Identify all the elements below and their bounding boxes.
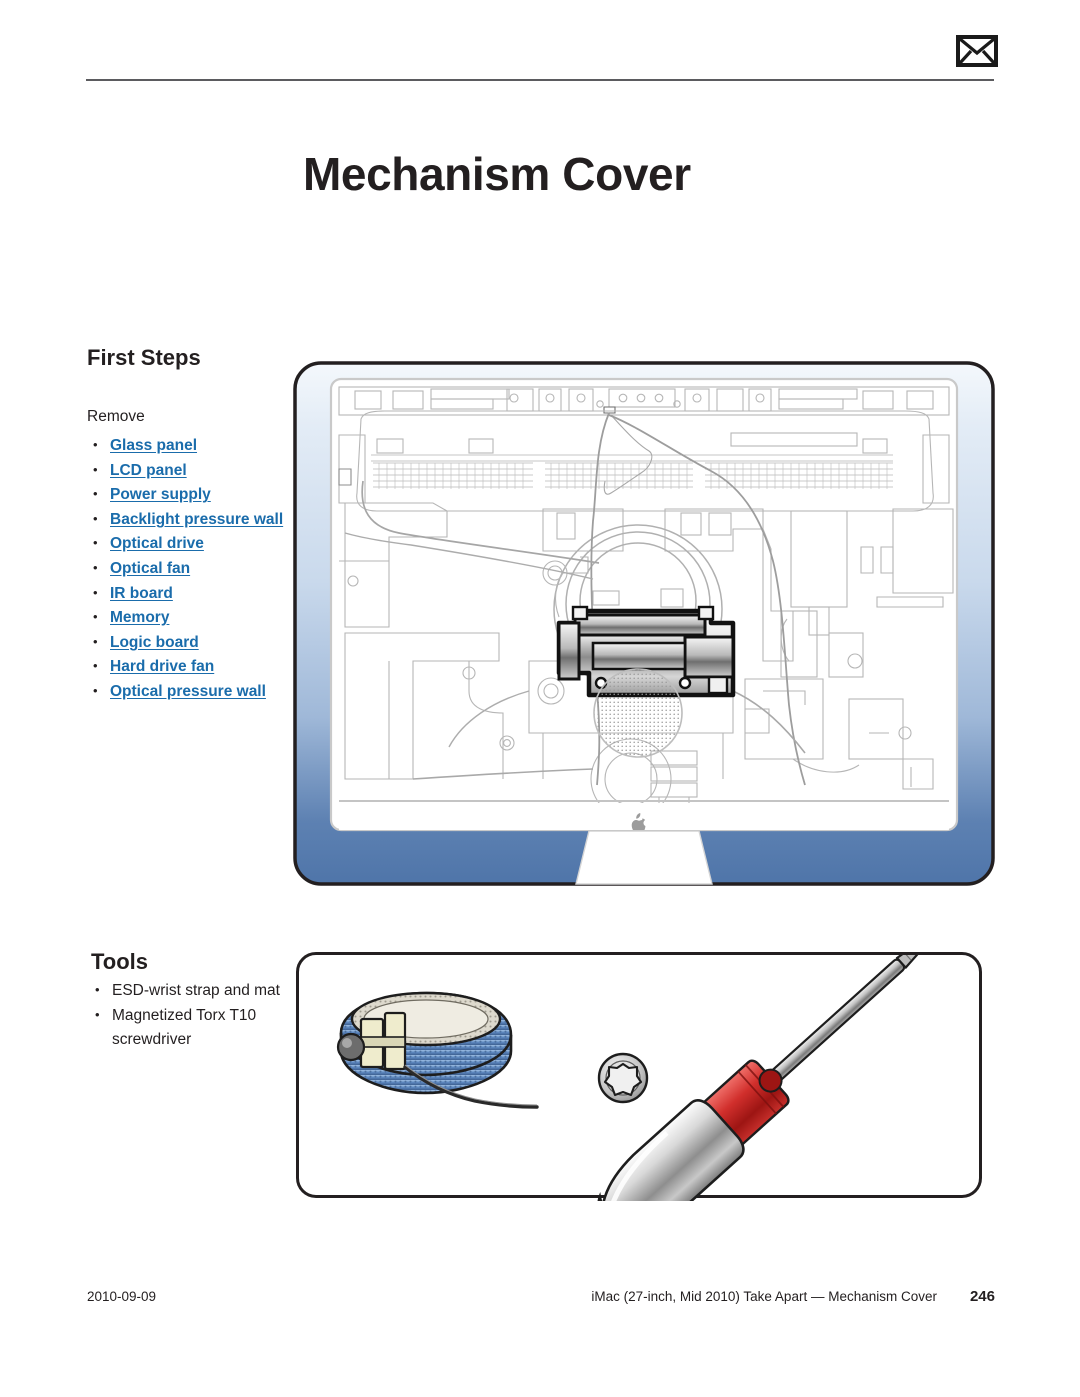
first-steps-bullet-list: Glass panel LCD panel Power supply Backligh…	[87, 433, 287, 705]
footer-page-number: 246	[969, 1288, 995, 1305]
first-steps-item[interactable]: IR board	[87, 581, 287, 607]
imac-interior-diagram	[293, 361, 995, 886]
first-steps-item-label[interactable]: Memory	[110, 609, 169, 626]
first-steps-item-label[interactable]: Glass panel	[110, 437, 197, 454]
envelope-icon[interactable]	[956, 35, 998, 67]
first-steps-item[interactable]: LCD panel	[87, 458, 287, 484]
first-steps-item[interactable]: Hard drive fan	[87, 654, 287, 680]
tools-bullet-list: ESD-wrist strap and mat Magnetized Torx T…	[87, 978, 287, 1053]
first-steps-item-label[interactable]: Logic board	[110, 634, 199, 651]
first-steps-item-label[interactable]: Backlight pressure wall	[110, 511, 283, 528]
page-header	[86, 30, 998, 90]
tools-item: ESD-wrist strap and mat	[87, 978, 287, 1004]
tools-heading: Tools	[91, 949, 149, 974]
torx-screw-head-icon	[597, 1052, 649, 1104]
first-steps-item[interactable]: Power supply	[87, 482, 287, 508]
tools-illustration-box	[296, 952, 982, 1201]
first-steps-item-label[interactable]: LCD panel	[110, 462, 187, 479]
tools-item: Magnetized Torx T10 screwdriver	[87, 1003, 287, 1053]
first-steps-list: Remove Glass panel LCD panel Power supply B…	[87, 408, 287, 705]
footer-date: 2010-09-09	[87, 1289, 157, 1304]
first-steps-item[interactable]: Backlight pressure wall	[87, 507, 287, 533]
tools-item-label: Magnetized Torx T10 screwdriver	[112, 1006, 257, 1049]
footer-document-title: iMac (27-inch, Mid 2010) Take Apart — Me…	[591, 1289, 937, 1304]
first-steps-item-label[interactable]: Power supply	[110, 486, 211, 503]
remove-label: Remove	[87, 408, 145, 425]
first-steps-item[interactable]: Memory	[87, 605, 287, 631]
page-footer: 2010-09-09 iMac (27-inch, Mid 2010) Take…	[87, 1288, 995, 1311]
first-steps-item[interactable]: Optical drive	[87, 531, 287, 557]
tools-illustration-art	[336, 955, 927, 1201]
first-steps-item-label[interactable]: Optical drive	[110, 535, 204, 552]
first-steps-item[interactable]: Logic board	[87, 630, 287, 656]
first-steps-item-label[interactable]: Optical pressure wall	[110, 683, 266, 700]
tools-list: ESD-wrist strap and mat Magnetized Torx T…	[87, 978, 287, 1053]
first-steps-item-label[interactable]: IR board	[110, 585, 173, 602]
page-title: Mechanism Cover	[303, 148, 691, 200]
first-steps-item-label[interactable]: Optical fan	[110, 560, 190, 577]
imac-stand	[575, 830, 713, 885]
tools-item-label: ESD-wrist strap and mat	[112, 982, 280, 999]
first-steps-heading: First Steps	[87, 345, 201, 370]
first-steps-item-label[interactable]: Hard drive fan	[110, 658, 214, 675]
esd-wrist-strap-icon	[336, 991, 539, 1109]
first-steps-item[interactable]: Optical fan	[87, 556, 287, 582]
first-steps-item[interactable]: Glass panel	[87, 433, 287, 459]
header-divider	[86, 79, 994, 81]
first-steps-item[interactable]: Optical pressure wall	[87, 679, 287, 705]
